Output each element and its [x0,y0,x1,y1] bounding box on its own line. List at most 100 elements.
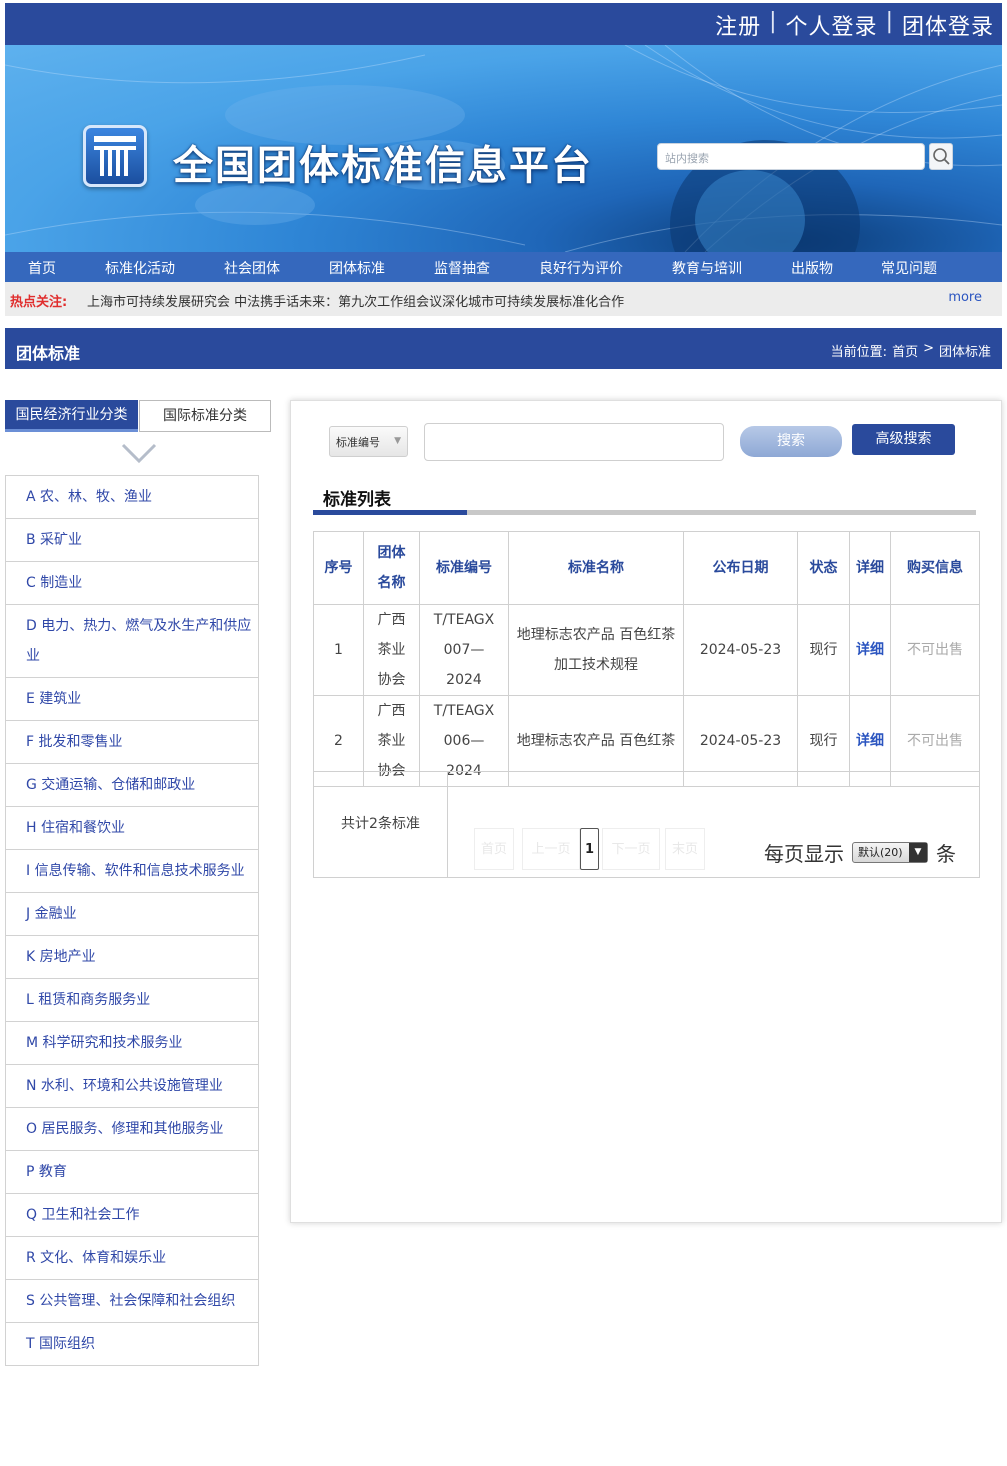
search-field-value: 标准编号 [336,436,380,449]
cell-name: 地理标志农产品 百色红茶 加工技术规程 [508,604,684,696]
cell-buy: 不可出售 [890,604,980,696]
nav-social-groups[interactable]: 社会团体 [224,258,280,278]
per-page-label: 每页显示 [764,842,844,866]
first-page-button[interactable]: 首页 [474,828,514,870]
breadcrumb-current: 团体标准 [938,345,991,360]
breadcrumb: 当前位置: 首页 > 团体标准 [831,341,991,360]
category-item[interactable]: P 教育 [6,1151,258,1194]
list-title: 标准列表 [323,490,391,510]
category-item[interactable]: N 水利、环境和公共设施管理业 [6,1065,258,1108]
cell-org: 广西茶业协会 [363,604,420,696]
nav-home[interactable]: 首页 [28,258,56,278]
category-item[interactable]: J 金融业 [6,893,258,936]
nav-education[interactable]: 教育与培训 [672,258,742,278]
section-title-bar: 团体标准 当前位置: 首页 > 团体标准 [5,328,1002,369]
category-item[interactable]: D 电力、热力、燃气及水生产和供应业 [6,605,258,678]
col-header: 购买信息 [890,531,980,605]
more-link[interactable]: more [948,290,982,305]
chevron-down-icon[interactable] [121,442,157,464]
top-bar: 注册 | 个人登录 | 团体登录 [5,3,1002,45]
category-item[interactable]: T 国际组织 [6,1323,258,1365]
search-icon [933,148,950,165]
site-title: 全国团体标准信息平台 [173,143,593,189]
col-header: 标准编号 [419,531,509,605]
per-page-control: 每页显示 默认(20) ▼ 条 [764,838,956,867]
table-header-row: 序号 团体名称 标准编号 标准名称 公布日期 状态 详细 购买信息 [313,531,980,605]
search-field-select[interactable]: 标准编号 ▼ [329,426,408,457]
tab-international-classification[interactable]: 国际标准分类 [139,400,271,432]
keyword-input[interactable] [424,423,724,461]
list-title-underline [313,510,976,515]
breadcrumb-arrow: > [923,341,934,356]
main-nav: 首页 标准化活动 社会团体 团体标准 监督抽查 良好行为评价 教育与培训 出版物… [5,252,1002,282]
logo-icon [94,136,136,176]
advanced-search-button[interactable]: 高级搜索 [852,424,955,455]
cell-date: 2024-05-23 [683,604,798,696]
breadcrumb-home[interactable]: 首页 [892,341,918,360]
per-page-select[interactable]: 默认(20) ▼ [852,842,928,863]
category-item[interactable]: I 信息传输、软件和信息技术服务业 [6,850,258,893]
hot-news-bar: 热点关注: 上海市可持续发展研究会 中法携手话未来：第九次工作组会议深化城市可持… [5,282,1002,316]
per-page-value: 默认(20) [858,846,903,859]
current-page-button[interactable]: 1 [580,828,599,870]
personal-login-link[interactable]: 个人登录 [786,9,878,41]
category-item[interactable]: O 居民服务、修理和其他服务业 [6,1108,258,1151]
chevron-down-icon: ▼ [909,843,927,862]
col-header: 团体名称 [363,531,420,605]
breadcrumb-label: 当前位置: [830,345,888,360]
category-item[interactable]: C 制造业 [6,562,258,605]
cell-status: 现行 [797,604,850,696]
prev-page-button[interactable]: 上一页 [522,828,580,870]
nav-standardization[interactable]: 标准化活动 [105,258,175,278]
table-row: 1 广西茶业协会 T/TEAGX 007—2024 地理标志农产品 百色红茶 加… [313,604,980,696]
site-search-button[interactable] [929,143,953,170]
page-title: 团体标准 [16,344,81,363]
last-page-button[interactable]: 末页 [665,828,705,870]
category-item[interactable]: M 科学研究和技术服务业 [6,1022,258,1065]
per-page-unit: 条 [936,842,956,866]
category-item[interactable]: E 建筑业 [6,678,258,721]
auth-links: 注册 | 个人登录 | 团体登录 [715,9,994,41]
site-search-input[interactable]: 站内搜索 [657,143,925,170]
cell-code: T/TEAGX 007—2024 [419,604,509,696]
col-header: 公布日期 [683,531,798,605]
pagination: 共计2条标准 首页 上一页 1 下一页 末页 每页显示 默认(20) ▼ 条 [313,771,980,878]
col-header: 序号 [313,531,364,605]
separator: | [769,9,778,34]
category-item[interactable]: R 文化、体育和娱乐业 [6,1237,258,1280]
nav-evaluation[interactable]: 良好行为评价 [539,258,623,278]
chevron-down-icon: ▼ [394,436,401,446]
category-list: A 农、林、牧、渔业 B 采矿业 C 制造业 D 电力、热力、燃气及水生产和供应… [5,475,259,1366]
category-item[interactable]: K 房地产业 [6,936,258,979]
category-tabs: 国民经济行业分类 国际标准分类 [5,400,271,432]
next-page-button[interactable]: 下一页 [602,828,660,870]
total-count: 共计2条标准 [314,772,448,877]
cell-no: 1 [313,604,364,696]
group-login-link[interactable]: 团体登录 [902,9,994,41]
site-logo[interactable] [83,125,147,187]
hot-news-link[interactable]: 上海市可持续发展研究会 中法携手话未来：第九次工作组会议深化城市可持续发展标准化… [87,291,624,310]
category-item[interactable]: H 住宿和餐饮业 [6,807,258,850]
category-item[interactable]: S 公共管理、社会保障和社会组织 [6,1280,258,1323]
category-item[interactable]: L 租赁和商务服务业 [6,979,258,1022]
detail-link[interactable]: 详细 [849,604,891,696]
search-button[interactable]: 搜索 [740,426,842,457]
nav-inspection[interactable]: 监督抽查 [434,258,490,278]
banner: 全国团体标准信息平台 站内搜索 [5,45,1002,252]
category-item[interactable]: A 农、林、牧、渔业 [6,476,258,519]
separator: | [885,9,894,34]
tab-industry-classification[interactable]: 国民经济行业分类 [5,400,138,432]
register-link[interactable]: 注册 [715,9,761,41]
category-item[interactable]: F 批发和零售业 [6,721,258,764]
category-item[interactable]: G 交通运输、仓储和邮政业 [6,764,258,807]
col-header: 详细 [849,531,891,605]
category-item[interactable]: B 采矿业 [6,519,258,562]
nav-faq[interactable]: 常见问题 [881,258,937,278]
nav-publications[interactable]: 出版物 [791,258,833,278]
standards-table: 序号 团体名称 标准编号 标准名称 公布日期 状态 详细 购买信息 1 广西茶业… [313,531,980,787]
nav-group-standards[interactable]: 团体标准 [329,258,385,278]
col-header: 状态 [797,531,850,605]
col-header: 标准名称 [508,531,684,605]
hot-label: 热点关注: [10,295,68,310]
category-item[interactable]: Q 卫生和社会工作 [6,1194,258,1237]
